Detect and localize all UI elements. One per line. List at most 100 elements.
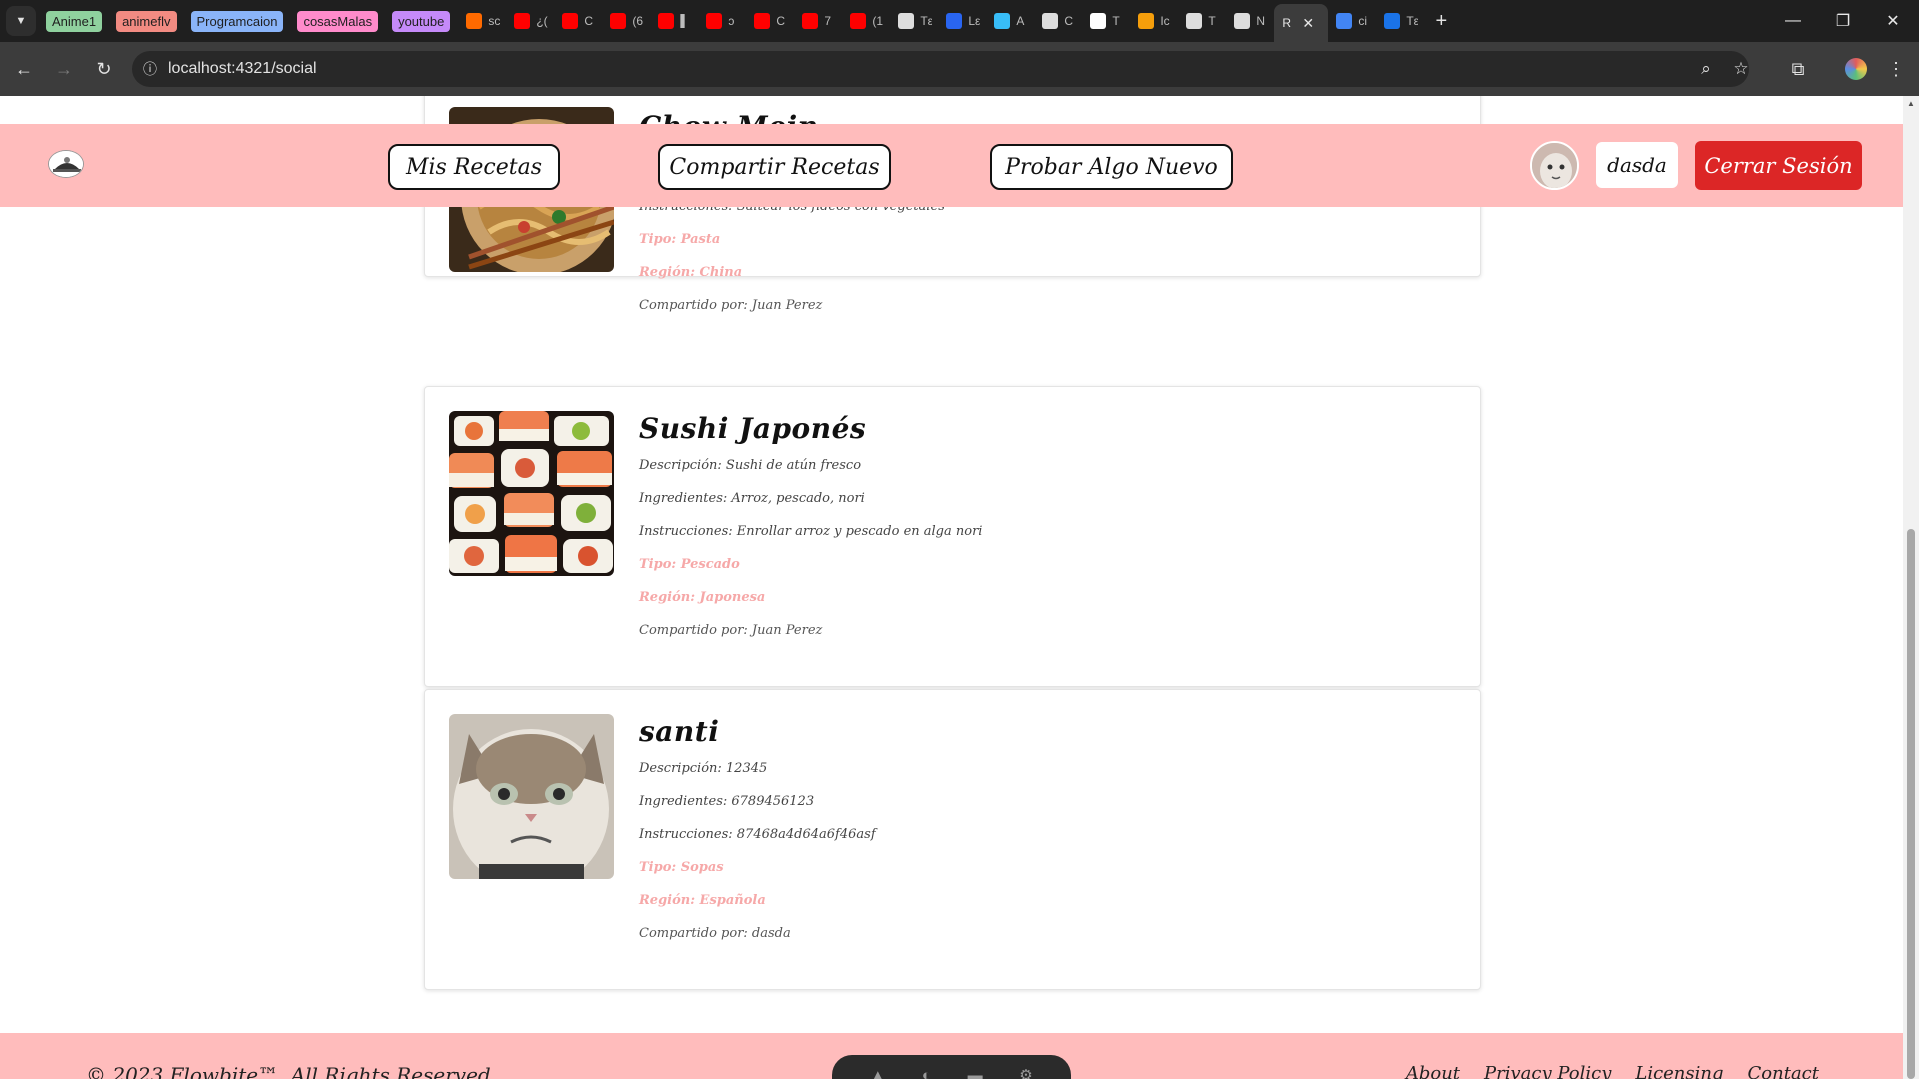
tailwind-icon <box>994 13 1011 29</box>
browser-tab-16[interactable]: N <box>1226 5 1274 37</box>
profile-button[interactable] <box>1836 49 1876 89</box>
forward-button[interactable]: → <box>44 49 84 89</box>
tab-title: Ic <box>1160 14 1170 28</box>
audit-icon[interactable]: ▬ <box>968 1067 983 1079</box>
tab-title: ▌ <box>680 14 689 28</box>
tab-search-button[interactable]: ▼ <box>6 6 36 36</box>
github-icon <box>1090 13 1107 29</box>
minimize-icon: — <box>1785 12 1801 29</box>
browser-tab-5[interactable]: ↄ <box>698 5 746 37</box>
browser-tab-0[interactable]: sc <box>458 5 506 37</box>
bookmark-star-icon[interactable]: ☆ <box>1724 51 1758 87</box>
url-text[interactable]: localhost:4321/social <box>168 60 317 78</box>
css-icon <box>946 13 963 29</box>
browser-tab-2[interactable]: C <box>554 5 602 37</box>
rocket-icon[interactable]: ▲ <box>870 1067 885 1079</box>
close-icon[interactable]: ✕ <box>1302 15 1314 32</box>
footer-link-about[interactable]: About <box>1406 1063 1460 1079</box>
nav-mis-recetas-button[interactable]: Mis Recetas <box>388 144 560 190</box>
footer-link-privacy[interactable]: Privacy Policy <box>1484 1063 1611 1079</box>
recipe-title: santi <box>639 715 720 748</box>
browser-tab-after-0[interactable]: ci <box>1328 5 1376 37</box>
kebab-menu-icon: ⋮ <box>1887 58 1905 79</box>
browser-tab-3[interactable]: (6 <box>602 5 650 37</box>
tab-title: ↄ <box>728 14 735 28</box>
bookmark-cosasmalas[interactable]: cosasMalas <box>297 10 379 32</box>
bookmark-programcaion[interactable]: Programcaion <box>190 10 284 32</box>
recipe-description: Descripción: Sushi de atún fresco <box>639 458 862 473</box>
doc-icon <box>898 13 915 29</box>
browser-tab-4[interactable]: ▌ <box>650 5 698 37</box>
cursor-icon[interactable]: ◐ <box>922 1067 931 1079</box>
username-button[interactable]: dasda <box>1596 142 1678 188</box>
settings-icon[interactable]: ⚙ <box>1019 1066 1032 1079</box>
extensions-button[interactable]: ⧉ <box>1778 49 1818 89</box>
tab-title: (6 <box>632 14 644 28</box>
tab-title: C <box>1064 14 1074 28</box>
browser-tab-7[interactable]: 7 <box>794 5 842 37</box>
tab-title: T <box>1112 14 1120 28</box>
recipe-author: Compartido por: Juan Perez <box>639 298 823 313</box>
browser-tab-11[interactable]: A <box>986 5 1034 37</box>
browser-tab-9[interactable]: Tε <box>890 5 938 37</box>
window-close-button[interactable]: ✕ <box>1870 0 1916 42</box>
youtube-icon <box>706 13 723 29</box>
restore-button[interactable]: ❐ <box>1820 0 1866 42</box>
new-tab-button[interactable]: + <box>1424 5 1458 37</box>
minimize-button[interactable]: — <box>1770 0 1816 42</box>
footer-link-contact[interactable]: Contact <box>1748 1063 1819 1079</box>
browser-menu-button[interactable]: ⋮ <box>1876 49 1916 89</box>
bookmark-anime1[interactable]: Anime1 <box>46 10 103 32</box>
youtube-icon <box>802 13 819 29</box>
openai-icon <box>1186 13 1203 29</box>
google-icon <box>1336 13 1353 29</box>
site-info-icon[interactable]: ⓘ <box>132 59 168 79</box>
browser-tab-14[interactable]: Ic <box>1130 5 1178 37</box>
recipe-instructions: Instrucciones: Enrollar arroz y pescado … <box>639 524 983 539</box>
bookmark-animeflv[interactable]: animeflv <box>116 10 177 32</box>
zoom-icon[interactable]: ⌕ <box>1689 51 1723 87</box>
w-logo-icon <box>466 13 483 29</box>
youtube-icon <box>610 13 627 29</box>
puzzle-icon: ⧉ <box>1791 58 1805 79</box>
browser-tab-1[interactable]: ¿( <box>506 5 554 37</box>
browser-tab-6[interactable]: C <box>746 5 794 37</box>
restore-icon: ❐ <box>1835 13 1851 30</box>
back-button[interactable]: ← <box>4 49 44 89</box>
user-avatar[interactable] <box>1530 141 1579 190</box>
footer-copyright: © 2023 Flowbite™. All Rights Reserved. <box>86 1063 498 1079</box>
recipe-image-sushi <box>449 411 614 576</box>
logout-button[interactable]: Cerrar Sesión <box>1695 141 1862 190</box>
tab-title: A <box>1016 14 1025 28</box>
nav-probar-algo-nuevo-button[interactable]: Probar Algo Nuevo <box>990 144 1233 190</box>
browser-tab-12[interactable]: C <box>1034 5 1082 37</box>
browser-tab-10[interactable]: Lε <box>938 5 986 37</box>
reload-button[interactable]: ↻ <box>84 49 124 89</box>
recipe-title: Sushi Japonés <box>639 412 867 445</box>
close-icon: ✕ <box>1886 13 1900 30</box>
browser-tab-15[interactable]: T <box>1178 5 1226 37</box>
scrollbar-thumb[interactable] <box>1907 529 1915 1079</box>
scroll-up-icon[interactable]: ▲ <box>1907 100 1915 108</box>
browser-tab-after-1[interactable]: Tε <box>1376 5 1424 37</box>
browser-tab-13[interactable]: T <box>1082 5 1130 37</box>
vercel-icon <box>1042 13 1059 29</box>
address-bar[interactable]: ⓘ localhost:4321/social ⌕ ☆ <box>132 51 1749 87</box>
tab-title: ci <box>1358 14 1368 28</box>
tab-title: N <box>1256 14 1266 28</box>
browser-tab-strip: ▼ Anime1 animeflv Programcaion cosasMala… <box>0 0 1919 42</box>
browser-tab-active[interactable]: R ✕ <box>1274 4 1329 42</box>
youtube-icon <box>850 13 867 29</box>
page-scrollbar[interactable]: ▲ <box>1903 96 1919 1079</box>
site-logo[interactable] <box>48 150 84 178</box>
footer-link-licensing[interactable]: Licensing <box>1635 1063 1723 1079</box>
bookmark-youtube[interactable]: youtube <box>392 10 451 32</box>
arrow-right-icon: → <box>55 58 73 79</box>
plus-icon: + <box>1435 9 1448 32</box>
nav-compartir-recetas-button[interactable]: Compartir Recetas <box>658 144 891 190</box>
tab-title: R <box>1282 16 1292 30</box>
recipe-region: Región: Japonesa <box>639 590 766 605</box>
recipe-card: Sushi Japonés Descripción: Sushi de atún… <box>424 386 1481 687</box>
browser-tab-8[interactable]: (1 <box>842 5 890 37</box>
youtube-icon <box>514 13 531 29</box>
